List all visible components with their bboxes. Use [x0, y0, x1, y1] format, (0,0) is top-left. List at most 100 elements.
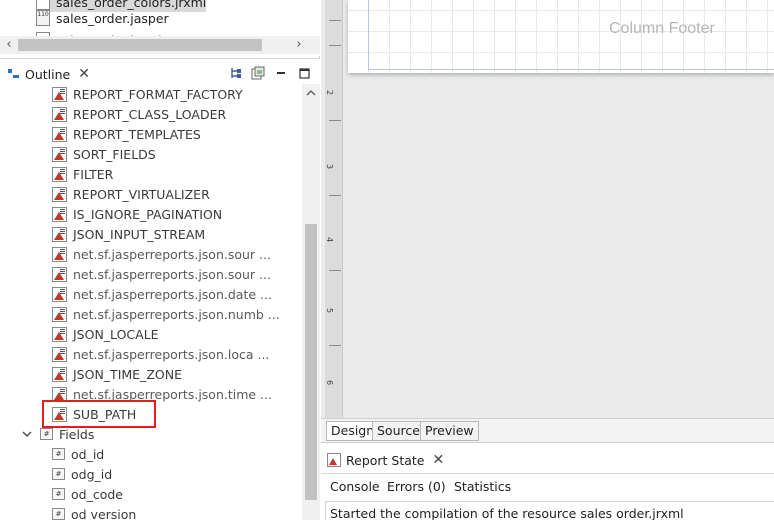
- tree-item-parameter[interactable]: JSON_TIME_ZONE: [52, 364, 182, 384]
- tree-item-parameter[interactable]: REPORT_TEMPLATES: [52, 124, 201, 144]
- outline-icon: [6, 67, 20, 81]
- scroll-right-icon[interactable]: ›: [290, 36, 308, 54]
- file-item-jasper[interactable]: 110 sales_order.jasper: [36, 8, 169, 28]
- scroll-thumb[interactable]: [305, 224, 317, 500]
- tree-item-label: JSON_TIME_ZONE: [73, 366, 182, 382]
- tab-report-state[interactable]: Report State ✕: [327, 449, 444, 471]
- tree-item-label: net.sf.jasperreports.json.date ...: [73, 286, 272, 302]
- field-icon: #: [52, 448, 65, 460]
- tree-view-icon[interactable]: [228, 66, 244, 80]
- parameter-icon: [52, 86, 67, 102]
- tree-item-parameter[interactable]: net.sf.jasperreports.json.loca ...: [52, 344, 269, 364]
- parameter-icon: [52, 246, 67, 262]
- tree-item-label: od_code: [71, 486, 123, 502]
- tree-item-parameter[interactable]: net.sf.jasperreports.json.date ...: [52, 284, 272, 304]
- parameter-icon: [52, 206, 67, 222]
- scroll-thumb[interactable]: [18, 39, 262, 51]
- left-panel: sales_order_colors.jrxml 110 sales_order…: [0, 0, 320, 520]
- field-icon: #: [52, 468, 65, 480]
- report-state-subtabs: Console Errors (0) Statistics: [321, 473, 774, 499]
- tree-item-label: REPORT_VIRTUALIZER: [73, 186, 210, 202]
- parameter-icon: [52, 266, 67, 282]
- tab-errors[interactable]: Errors (0): [387, 479, 446, 494]
- ruler-tick: [329, 120, 341, 121]
- tab-outline[interactable]: Outline ✕: [2, 62, 94, 86]
- tab-preview[interactable]: Preview: [420, 421, 479, 441]
- column-footer-band[interactable]: Column Footer: [368, 0, 774, 70]
- chevron-down-icon[interactable]: [22, 428, 36, 441]
- tree-item-label: net.sf.jasperreports.json.sour ...: [73, 246, 271, 262]
- ruler-tick: [329, 45, 341, 46]
- tree-item-field[interactable]: # od version: [52, 504, 136, 520]
- parameter-icon: [52, 146, 67, 162]
- tree-item-label: FILTER: [73, 166, 114, 182]
- ruler-number: 5: [325, 307, 335, 314]
- scroll-up-icon[interactable]: [302, 84, 320, 102]
- tree-item-parameter[interactable]: REPORT_VIRTUALIZER: [52, 184, 210, 204]
- horizontal-scrollbar[interactable]: ‹ ›: [0, 36, 320, 54]
- tree-item-field[interactable]: # odg_id: [52, 464, 112, 484]
- band-label: Column Footer: [609, 20, 715, 37]
- vertical-scrollbar[interactable]: [302, 84, 320, 520]
- tree-item-field[interactable]: # od_code: [52, 484, 123, 504]
- outline-tab-label: Outline: [25, 66, 71, 82]
- minimize-icon[interactable]: [273, 66, 289, 80]
- parameter-icon: [52, 366, 67, 382]
- highlight-annotation: [42, 400, 156, 428]
- ruler-tick: [329, 20, 341, 21]
- tree-item-label: net.sf.jasperreports.json.numb ...: [73, 306, 280, 322]
- tab-source[interactable]: Source: [372, 421, 425, 441]
- close-icon[interactable]: ✕: [78, 66, 90, 82]
- tree-item-parameter[interactable]: net.sf.jasperreports.json.sour ...: [52, 264, 271, 284]
- tree-item-parameter[interactable]: net.sf.jasperreports.json.numb ...: [52, 304, 280, 324]
- report-state-icon: [327, 453, 341, 467]
- report-designer-canvas-area: 2 3 4 5 6 Column Footer: [321, 0, 774, 418]
- tree-item-label: JSON_LOCALE: [73, 326, 159, 342]
- report-page[interactable]: Column Footer: [348, 0, 774, 73]
- ruler-number: 2: [325, 89, 335, 96]
- field-icon: #: [52, 488, 65, 500]
- console-message: Started the compilation of the resource …: [325, 501, 774, 520]
- outline-tree[interactable]: REPORT_FORMAT_FACTORY REPORT_CLASS_LOADE…: [0, 84, 320, 520]
- parameter-icon: [52, 106, 67, 122]
- tree-item-parameter[interactable]: REPORT_FORMAT_FACTORY: [52, 84, 243, 104]
- parameter-icon: [52, 286, 67, 302]
- view-menu-icon[interactable]: [250, 66, 266, 80]
- parameter-icon: [52, 166, 67, 182]
- fields-folder-icon: #: [40, 428, 53, 440]
- tree-item-parameter[interactable]: JSON_INPUT_STREAM: [52, 224, 205, 244]
- tree-item-parameter[interactable]: FILTER: [52, 164, 113, 184]
- file-item-label: sales_order.jasper: [56, 10, 169, 26]
- tree-item-label: SORT_FIELDS: [73, 146, 156, 162]
- tree-item-label: net.sf.jasperreports.json.loca ...: [73, 346, 270, 362]
- editor-mode-tabs: Design Source Preview: [321, 418, 774, 442]
- project-explorer: sales_order_colors.jrxml 110 sales_order…: [0, 0, 320, 56]
- report-state-view: Report State ✕ Console Errors (0) Statis…: [321, 442, 774, 520]
- tree-item-parameter[interactable]: REPORT_CLASS_LOADER: [52, 104, 226, 124]
- close-icon[interactable]: ✕: [433, 452, 445, 468]
- tree-item-label: REPORT_CLASS_LOADER: [73, 106, 227, 122]
- tree-item-parameter[interactable]: IS_IGNORE_PAGINATION: [52, 204, 222, 224]
- scroll-left-icon[interactable]: ‹: [0, 36, 18, 54]
- tab-statistics[interactable]: Statistics: [454, 479, 511, 494]
- outline-view-header: Outline ✕: [0, 58, 320, 86]
- parameter-icon: [52, 186, 67, 202]
- parameter-icon: [52, 226, 67, 242]
- tree-item-label: REPORT_TEMPLATES: [73, 126, 201, 142]
- tree-item-label: REPORT_FORMAT_FACTORY: [73, 86, 243, 102]
- tree-item-field[interactable]: # od_id: [52, 444, 104, 464]
- tree-item-parameter[interactable]: JSON_LOCALE: [52, 324, 159, 344]
- tree-item-label: net.sf.jasperreports.json.sour ...: [73, 266, 271, 282]
- ruler-number: 6: [325, 379, 335, 386]
- tab-console[interactable]: Console: [330, 479, 380, 494]
- tree-item-label: IS_IGNORE_PAGINATION: [73, 206, 223, 222]
- tree-item-parameter[interactable]: SORT_FIELDS: [52, 144, 156, 164]
- maximize-icon[interactable]: [296, 66, 312, 80]
- parameter-icon: [52, 306, 67, 322]
- tree-item-label: Fields: [59, 426, 95, 442]
- ruler-tick: [329, 270, 341, 271]
- ruler-number: 4: [325, 236, 335, 243]
- tree-item-parameter[interactable]: net.sf.jasperreports.json.sour ...: [52, 244, 271, 264]
- tree-item-label: odg_id: [71, 466, 113, 482]
- jasper-file-icon: 110: [36, 10, 50, 26]
